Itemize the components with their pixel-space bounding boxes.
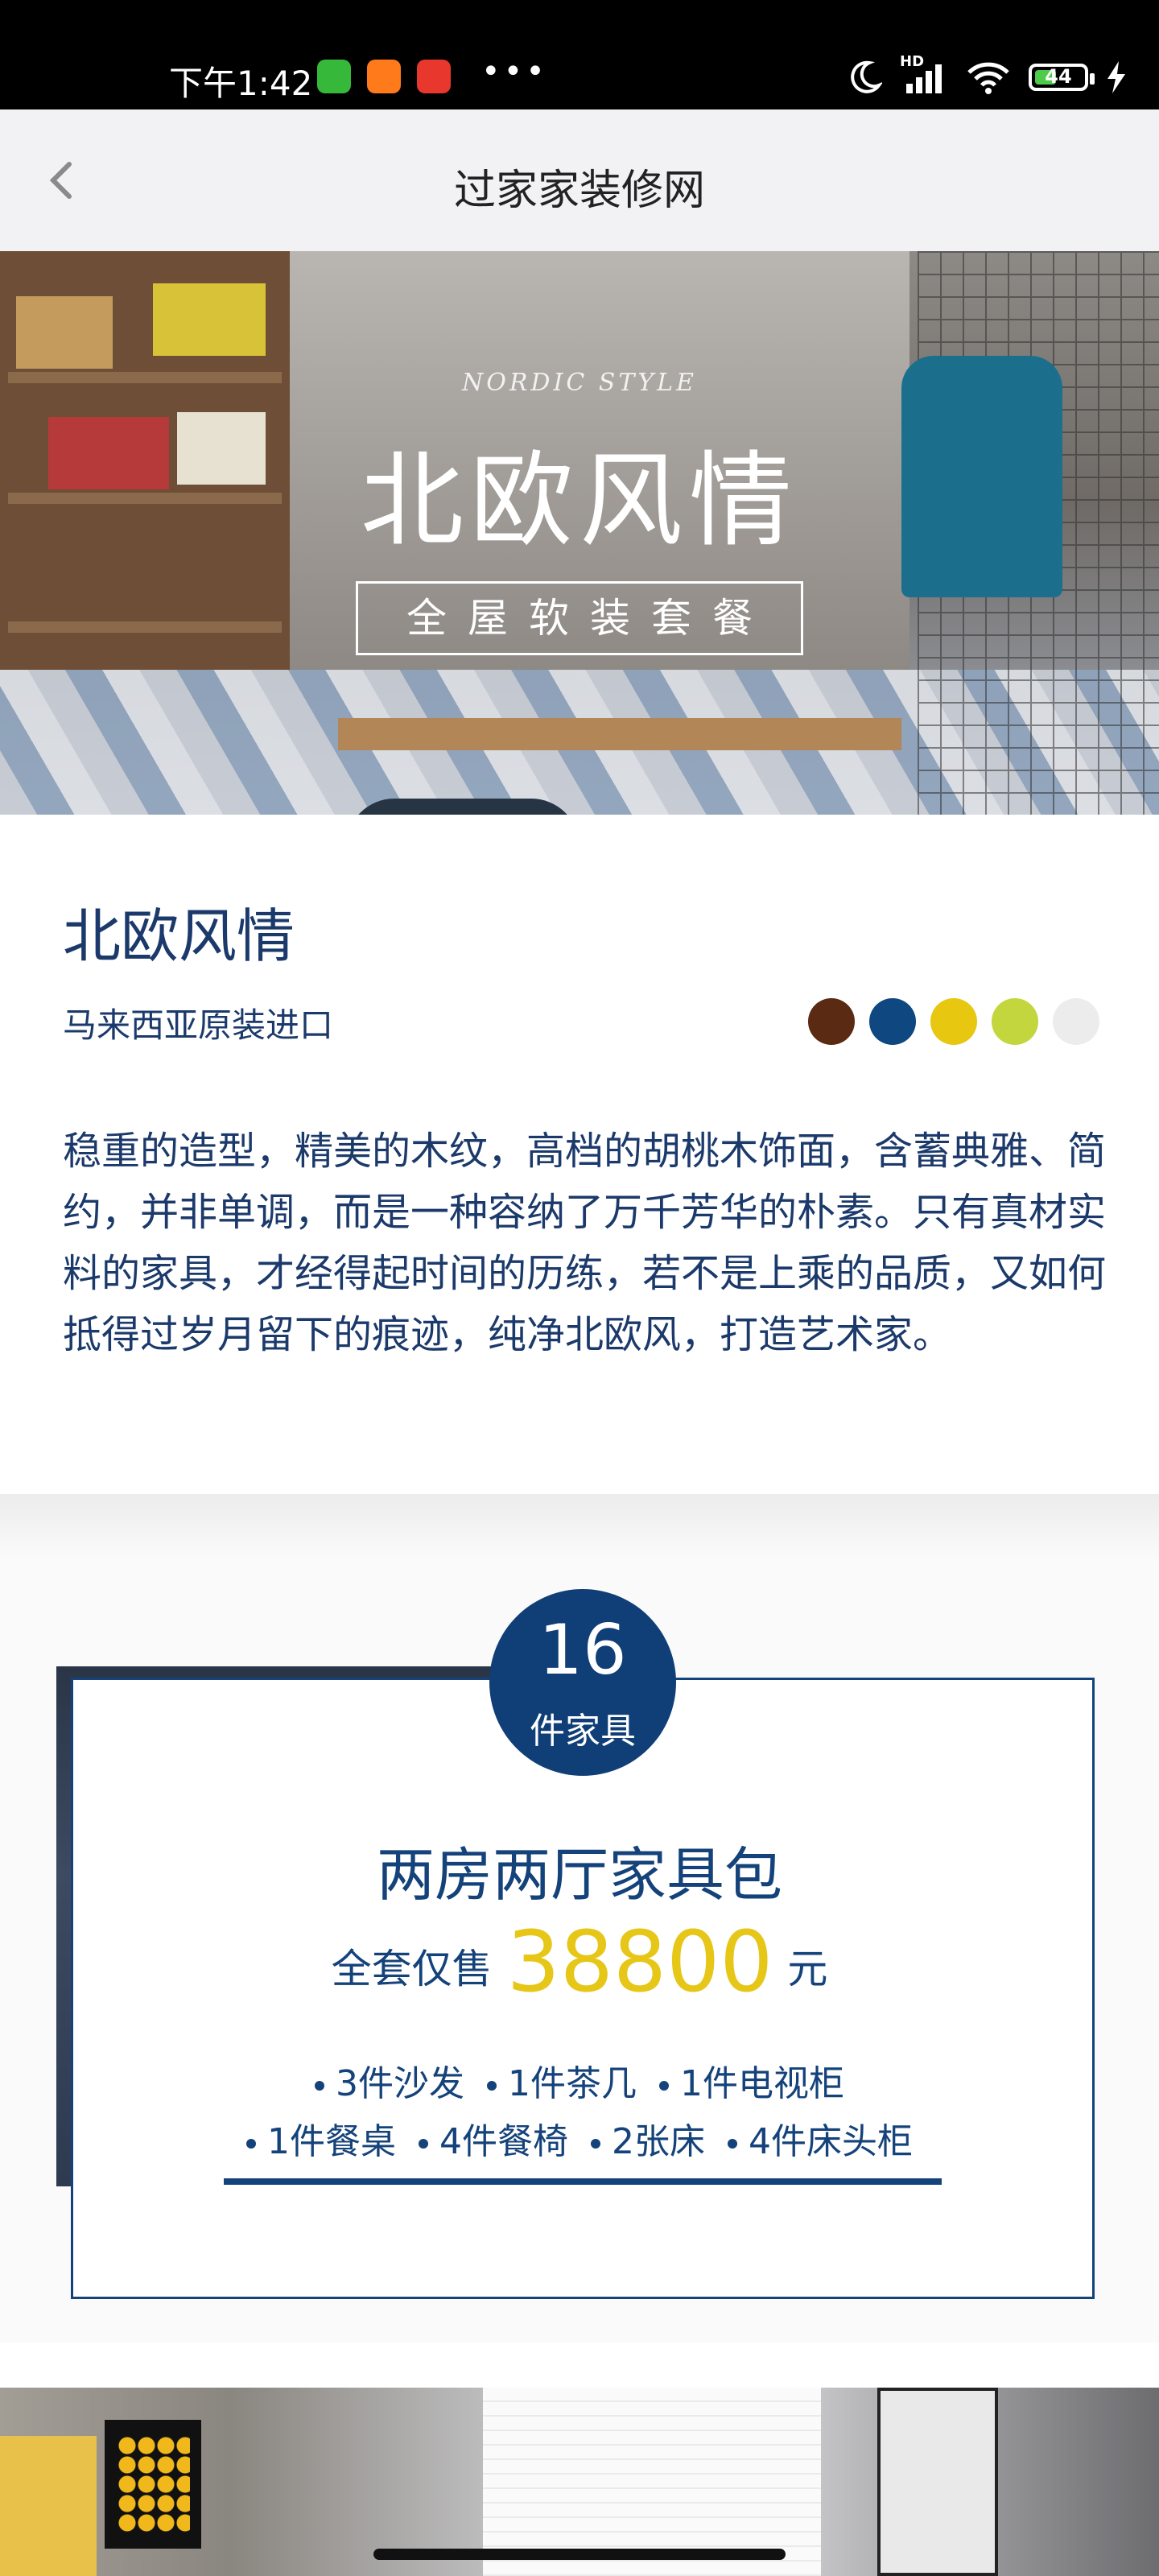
package-item: 1件餐桌: [246, 2112, 396, 2164]
status-time: 下午1:42: [169, 64, 313, 103]
hero-desk: [338, 718, 901, 750]
wifi-icon: [967, 62, 1009, 94]
bullet-icon: [419, 2139, 428, 2149]
hero-title: 北欧风情: [360, 441, 798, 561]
package-items-row-1: 3件沙发 1件茶几 1件电视柜: [0, 2054, 1159, 2106]
product-info: 北欧风情 马来西亚原装进口 稳重的造型，精美的木纹，高档的胡桃木饰面，含蓄典雅、…: [0, 815, 1159, 1494]
battery-text: 44: [1045, 65, 1072, 88]
battery-icon: 44: [1029, 64, 1095, 91]
hero-eyebrow: NORDIC STYLE: [461, 369, 697, 397]
package-item-label: 4件餐椅: [439, 2121, 568, 2162]
package-item: 1件电视柜: [659, 2054, 844, 2106]
product-origin: 马来西亚原装进口: [63, 1005, 334, 1045]
green-app-icon: [317, 60, 351, 93]
color-swatch[interactable]: [808, 998, 855, 1045]
hero-banner: NORDIC STYLE 北欧风情 全屋软装套餐: [0, 251, 1159, 815]
yellow-frame: [0, 2436, 97, 2576]
signal-icon: HD: [900, 53, 948, 95]
bullet-icon: [728, 2139, 737, 2149]
package-name: 两房两厅家具包: [376, 1841, 782, 1909]
home-indicator[interactable]: [373, 2549, 786, 2560]
room-photo: [0, 2388, 1159, 2576]
charging-icon: [1107, 61, 1125, 93]
color-swatch[interactable]: [1053, 998, 1099, 1045]
bullet-icon: [591, 2139, 600, 2149]
nav-bar: 过家家装修网: [0, 109, 1159, 251]
package-item: 3件沙发: [315, 2054, 464, 2106]
bullet-icon: [659, 2081, 669, 2091]
furniture-count-badge: 16 件家具: [489, 1589, 676, 1776]
furniture-count-label: 件家具: [530, 1711, 636, 1752]
package-item-label: 1件电视柜: [680, 2063, 844, 2104]
map-art-frame: [877, 2388, 998, 2576]
status-right: HD 44: [847, 53, 1127, 97]
bullet-icon: [315, 2081, 324, 2091]
status-bar: 下午1:42 ••• HD 44: [0, 0, 1159, 109]
orange-home-icon: [367, 60, 401, 93]
dot-art: [118, 2436, 190, 2533]
color-swatch[interactable]: [869, 998, 916, 1045]
furniture-count: 16: [538, 1610, 627, 1690]
color-swatches: [808, 998, 1099, 1045]
package-item-label: 3件沙发: [336, 2063, 464, 2104]
package-price-line: 全套仅售 38800 元: [0, 1913, 1159, 2011]
color-swatch[interactable]: [930, 998, 977, 1045]
package-divider: [224, 2178, 942, 2185]
more-notifications-icon: •••: [481, 53, 548, 90]
red-app-icon: [417, 60, 451, 93]
network-label: HD: [900, 53, 925, 70]
package-item: 2张床: [591, 2112, 705, 2164]
package-price: 38800: [506, 1913, 773, 2011]
package-item-label: 4件床头柜: [749, 2121, 913, 2162]
bullet-icon: [487, 2081, 497, 2091]
bullet-icon: [246, 2139, 256, 2149]
package-items-row-2: 1件餐桌 4件餐椅 2张床 4件床头柜: [0, 2112, 1159, 2164]
package-item: 4件餐椅: [419, 2112, 568, 2164]
package-item: 4件床头柜: [728, 2112, 913, 2164]
hero-dark-chair: [346, 799, 580, 815]
color-swatch[interactable]: [992, 998, 1038, 1045]
price-prefix: 全套仅售: [331, 1946, 493, 1992]
price-unit: 元: [787, 1946, 828, 1992]
package-item-label: 1件茶几: [508, 2063, 637, 2104]
moon-icon: [851, 60, 882, 93]
package-item-label: 1件餐桌: [267, 2121, 396, 2162]
package-item-label: 2张床: [612, 2121, 705, 2162]
hero-tag: 全屋软装套餐: [356, 581, 803, 655]
package-item: 1件茶几: [487, 2054, 637, 2106]
window-blind: [483, 2388, 821, 2576]
page-title: 过家家装修网: [453, 167, 705, 215]
product-title: 北欧风情: [63, 902, 295, 970]
product-description: 稳重的造型，精美的木纹，高档的胡桃木饰面，含蓄典雅、简约，并非单调，而是一种容纳…: [63, 1129, 1107, 1357]
